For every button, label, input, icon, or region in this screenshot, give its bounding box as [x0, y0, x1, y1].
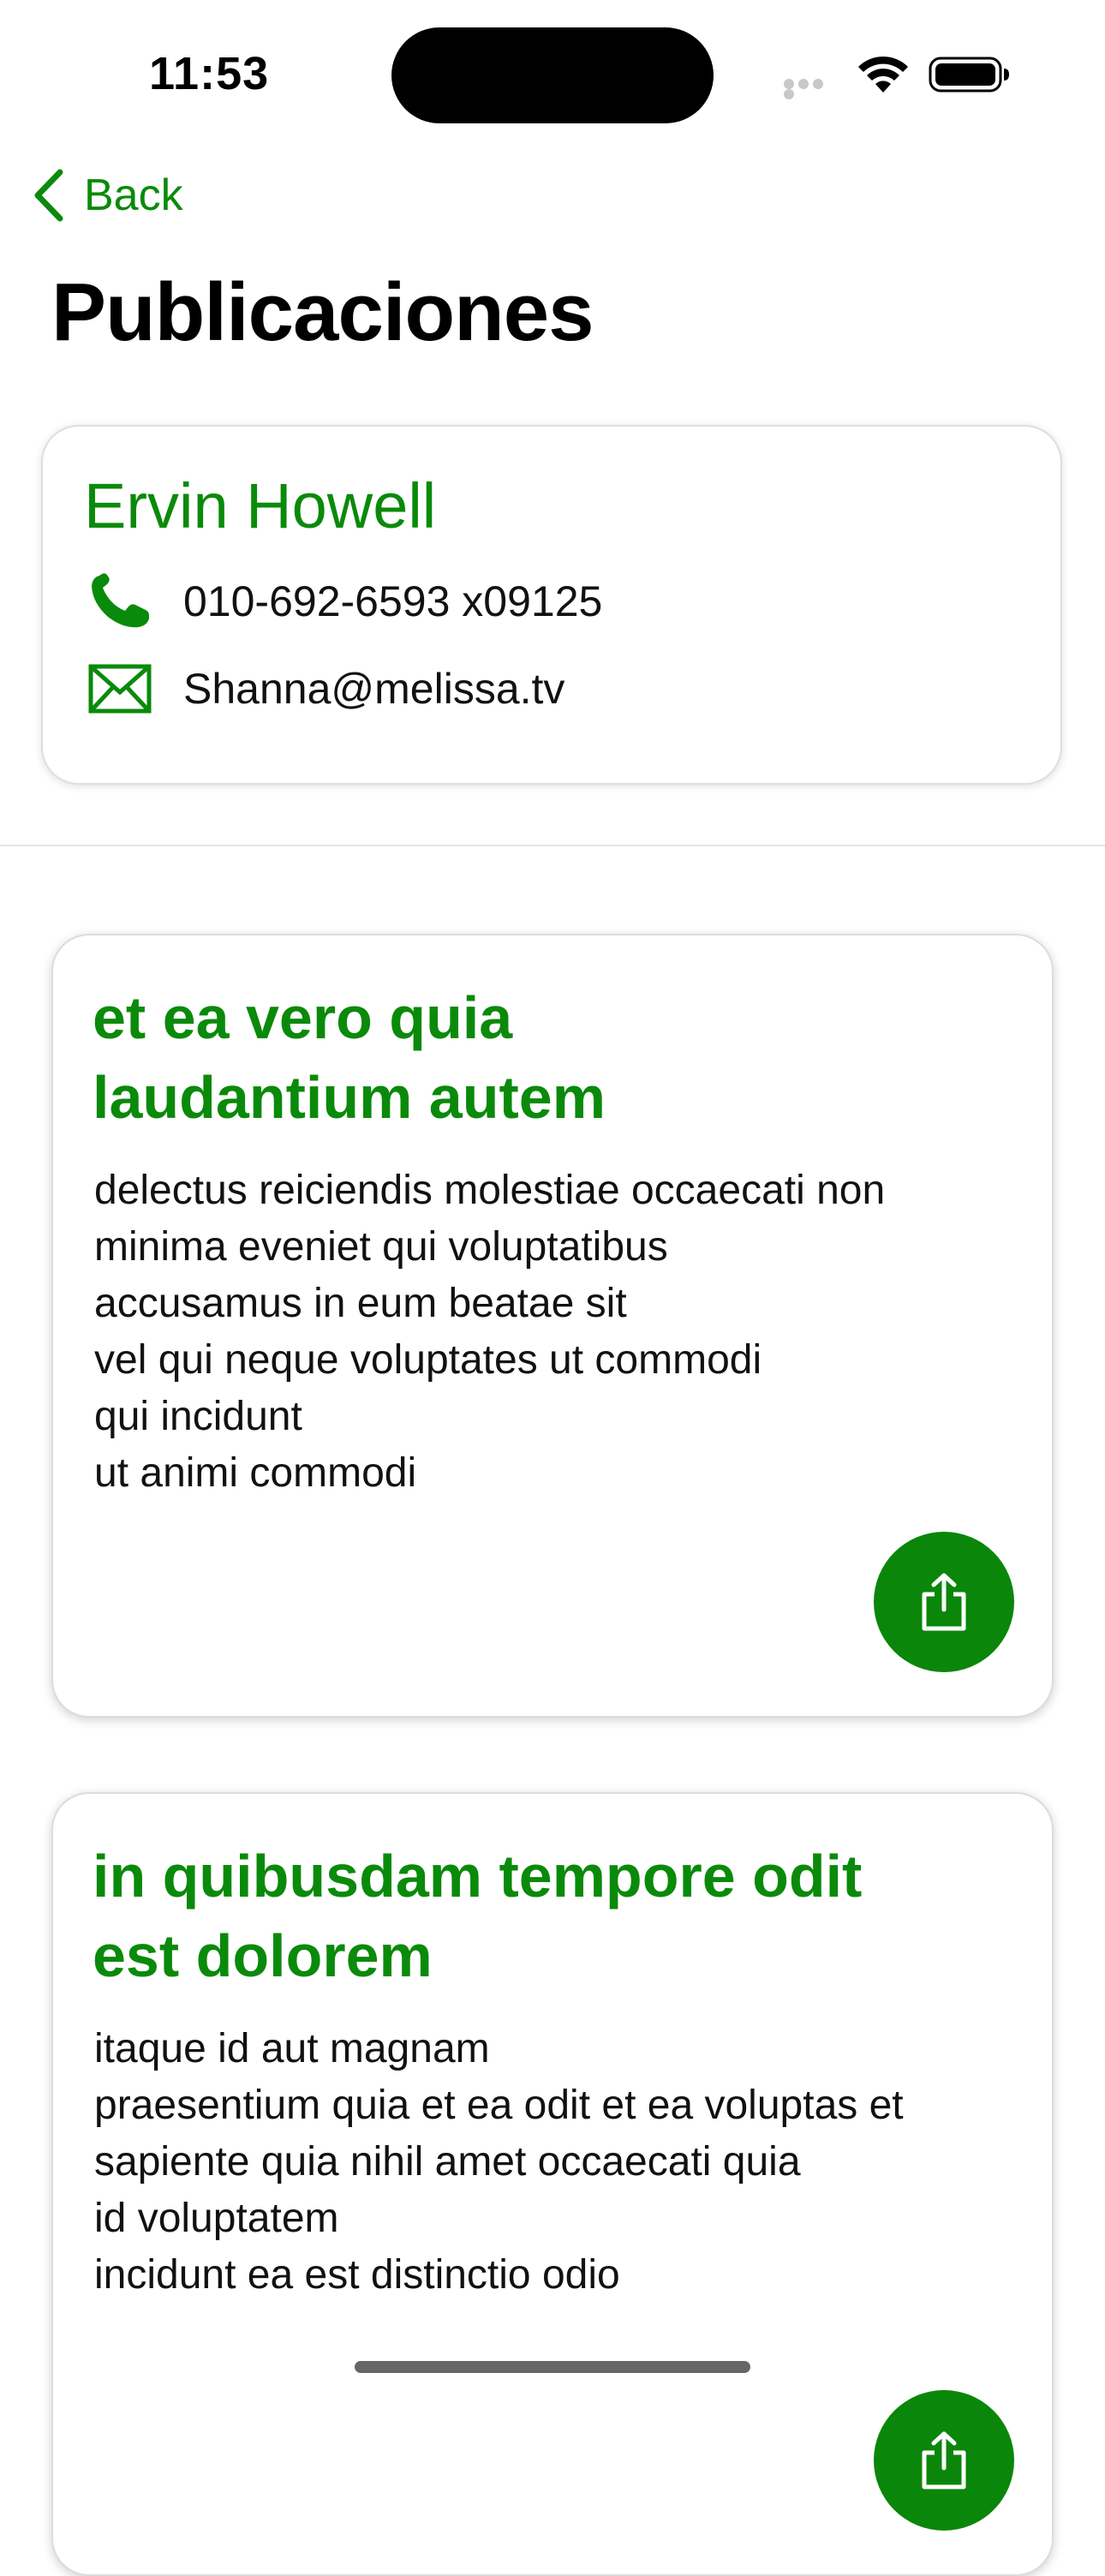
- back-button[interactable]: Back: [31, 164, 183, 226]
- envelope-icon: [88, 664, 152, 714]
- battery-icon: [929, 57, 1009, 93]
- back-label: Back: [84, 170, 183, 220]
- share-button[interactable]: [874, 1532, 1014, 1672]
- page-title: Publicaciones: [51, 266, 594, 358]
- home-indicator[interactable]: [355, 2361, 750, 2373]
- chevron-left-icon: [34, 169, 63, 222]
- post-body: itaque id aut magnam praesentium quia et…: [94, 2026, 904, 2298]
- contact-phone: 010-692-6593 x09125: [183, 577, 603, 625]
- status-time: 11:53: [149, 48, 270, 99]
- contact-name: Ervin Howell: [84, 470, 437, 541]
- section-divider: [0, 845, 1105, 846]
- share-icon: [922, 2431, 966, 2489]
- dynamic-island: [391, 27, 714, 123]
- contact-email: Shanna@melissa.tv: [183, 665, 565, 713]
- share-button[interactable]: [874, 2390, 1014, 2531]
- contact-email-row[interactable]: Shanna@melissa.tv: [87, 660, 564, 718]
- phone-icon: [92, 573, 149, 628]
- contact-card: Ervin Howell 010-692-6593 x09125 Shanna@…: [41, 425, 1062, 785]
- share-icon: [922, 1573, 966, 1631]
- post-title: in quibusdam tempore odit est dolorem: [93, 1843, 863, 1989]
- post-card: et ea vero quia laudantium autem delectu…: [51, 934, 1054, 1718]
- cellular-signal-icon: [784, 79, 840, 99]
- post-body: delectus reiciendis molestiae occaecati …: [94, 1168, 886, 1496]
- post-title: et ea vero quia laudantium autem: [93, 984, 606, 1131]
- wifi-icon: [858, 56, 908, 93]
- post-card: in quibusdam tempore odit est dolorem it…: [51, 1792, 1054, 2576]
- status-bar: 11:53: [0, 0, 1105, 146]
- contact-phone-row[interactable]: 010-692-6593 x09125: [87, 572, 602, 631]
